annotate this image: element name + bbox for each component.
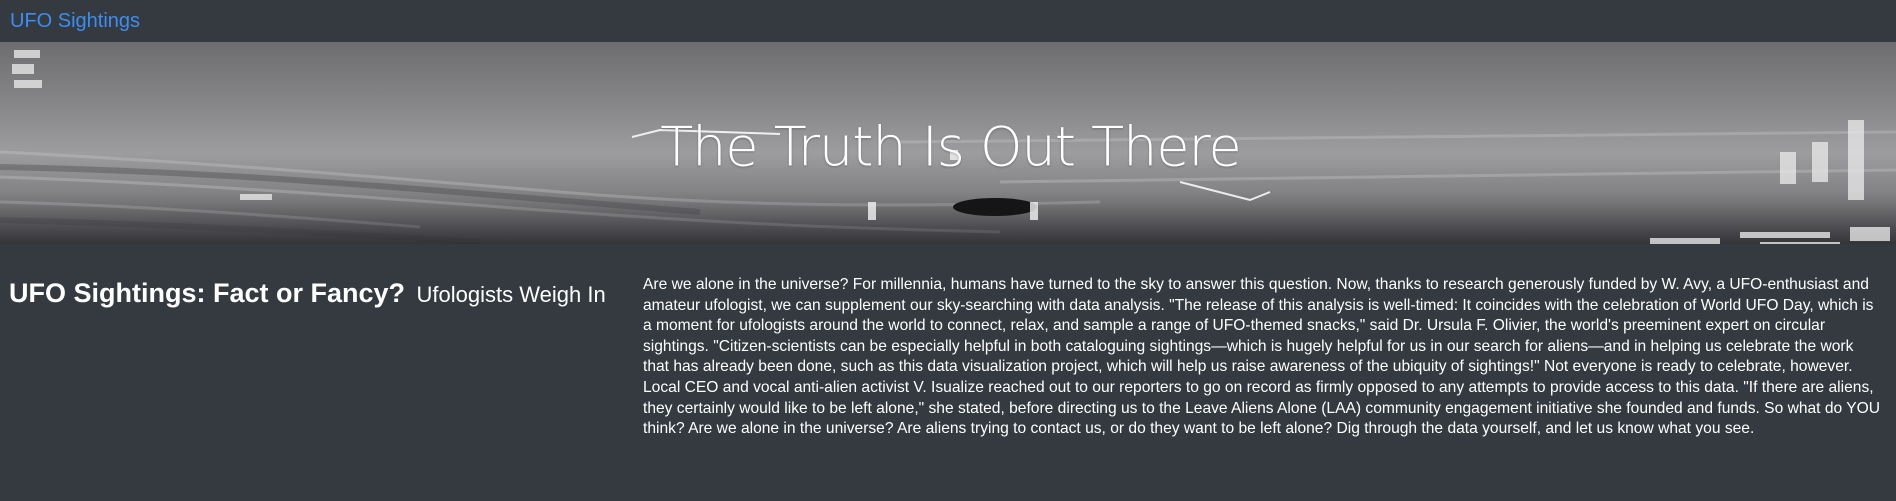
headline-column: UFO Sightings: Fact or Fancy? Ufologists… [0, 276, 643, 440]
hero-banner: The Truth Is Out There [0, 42, 1896, 244]
article-body: Are we alone in the universe? For millen… [643, 276, 1881, 438]
navbar-brand-link[interactable]: UFO Sightings [10, 10, 140, 33]
navbar: UFO Sightings [0, 0, 1896, 42]
main-content: UFO Sightings: Fact or Fancy? Ufologists… [0, 244, 1896, 440]
hero-title: The Truth Is Out There [660, 115, 1242, 179]
article-column: Are we alone in the universe? For millen… [643, 276, 1883, 440]
headline-subtitle: Ufologists Weigh In [416, 282, 606, 307]
headline-main: UFO Sightings: Fact or Fancy? [9, 278, 406, 308]
article-headline: UFO Sightings: Fact or Fancy? Ufologists… [9, 276, 643, 312]
